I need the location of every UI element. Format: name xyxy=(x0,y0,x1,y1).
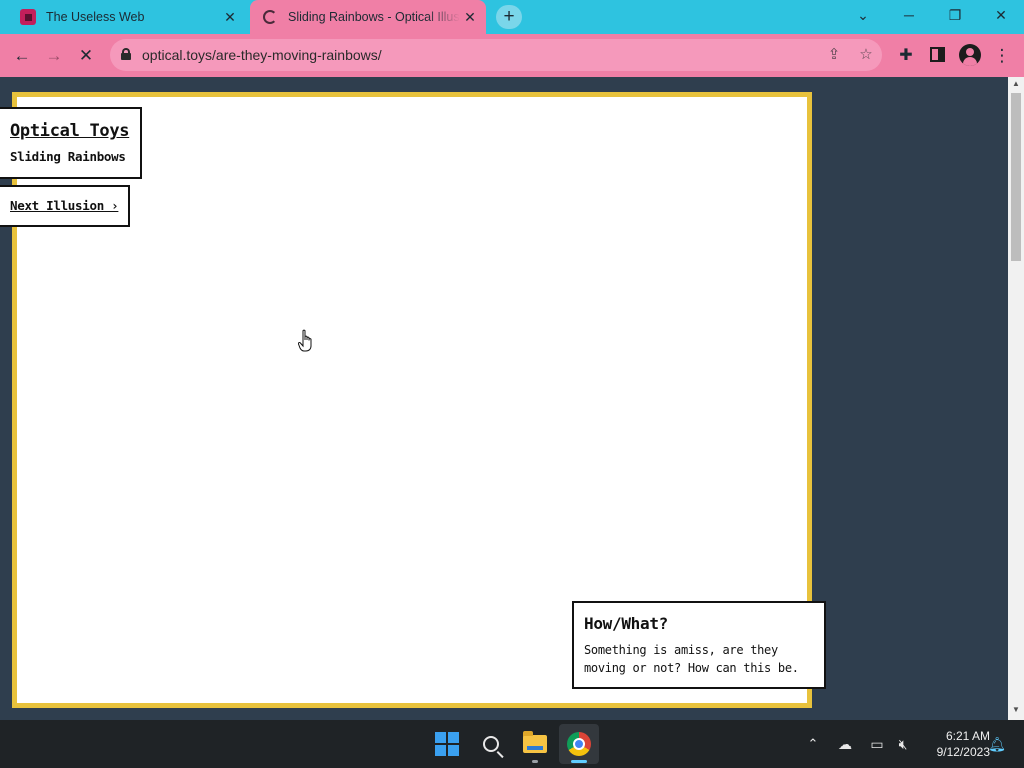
bookmark-star-icon[interactable]: ☆ xyxy=(851,39,881,71)
new-tab-button[interactable]: + xyxy=(496,5,522,29)
scroll-down-arrow-icon[interactable]: ▼ xyxy=(1008,705,1024,714)
useless-web-favicon-icon xyxy=(20,9,36,25)
info-text-line: Something is amiss, are they xyxy=(584,643,778,657)
info-title: How/What? xyxy=(584,614,668,633)
tab-sliding-rainbows[interactable]: Sliding Rainbows - Optical Illusion ✕ xyxy=(250,0,486,34)
address-bar[interactable]: optical.toys/are-they-moving-rainbows/ ⇪… xyxy=(110,39,882,71)
vertical-scrollbar[interactable]: ▲ ▼ xyxy=(1008,77,1024,720)
extensions-puzzle-icon[interactable]: ✚ xyxy=(890,34,922,77)
hand-pointer-cursor-icon xyxy=(298,329,312,352)
profile-icon[interactable] xyxy=(959,44,981,66)
tab-title: Sliding Rainbows - Optical Illusion xyxy=(288,10,460,24)
onedrive-cloud-icon[interactable]: ☁ xyxy=(834,720,856,768)
system-clock[interactable]: 6:21 AM 9/12/2023 xyxy=(918,728,990,760)
file-explorer-icon[interactable] xyxy=(515,724,555,764)
browser-toolbar: ← → ✕ optical.toys/are-they-moving-rainb… xyxy=(0,34,1024,77)
windows-start-icon[interactable] xyxy=(427,724,467,764)
search-icon[interactable] xyxy=(471,724,511,764)
clock-date: 9/12/2023 xyxy=(936,745,990,759)
restore-icon[interactable]: ❐ xyxy=(932,0,978,30)
scroll-up-arrow-icon[interactable]: ▲ xyxy=(1008,79,1024,88)
url-text[interactable]: optical.toys/are-they-moving-rainbows/ xyxy=(142,39,382,71)
minimize-icon[interactable]: ─ xyxy=(886,0,932,30)
notifications-bell-icon[interactable]: 🔔︎ xyxy=(986,720,1008,768)
illusion-name: Sliding Rainbows xyxy=(10,149,126,164)
close-window-icon[interactable]: ✕ xyxy=(978,0,1024,30)
web-page-viewport: Optical Toys Sliding Rainbows Next Illus… xyxy=(0,77,1008,720)
info-text-line: moving or not? How can this be. xyxy=(584,661,799,675)
back-arrow-icon[interactable]: ← xyxy=(6,34,38,77)
network-icon[interactable]: ▭ xyxy=(866,720,888,768)
share-icon[interactable]: ⇪ xyxy=(819,39,849,71)
tab-search-chevron-icon[interactable]: ⌄ xyxy=(840,0,886,30)
forward-arrow-icon[interactable]: → xyxy=(38,34,70,77)
chrome-icon[interactable] xyxy=(559,724,599,764)
tab-strip: The Useless Web ✕ Sliding Rainbows - Opt… xyxy=(0,0,1024,34)
tab-close-icon[interactable]: ✕ xyxy=(220,9,240,26)
site-title-link[interactable]: Optical Toys xyxy=(10,121,140,141)
scrollbar-thumb[interactable] xyxy=(1011,93,1021,261)
menu-kebab-icon[interactable]: ⋮ xyxy=(986,34,1018,77)
site-brand-box: Optical Toys Sliding Rainbows xyxy=(0,107,142,179)
info-description: Something is amiss, are they moving or n… xyxy=(584,641,824,677)
clock-time: 6:21 AM xyxy=(945,729,990,743)
loading-spinner-icon xyxy=(262,9,278,25)
how-what-info-box: How/What? Something is amiss, are they m… xyxy=(572,601,826,689)
tab-title: The Useless Web xyxy=(46,10,145,24)
volume-muted-icon[interactable]: 🔇︎ xyxy=(892,720,914,768)
lock-icon[interactable] xyxy=(121,48,131,60)
next-illusion-link[interactable]: Next Illusion › xyxy=(0,185,130,227)
side-panel-icon[interactable] xyxy=(930,47,945,62)
tab-the-useless-web[interactable]: The Useless Web ✕ xyxy=(8,0,246,34)
windows-taskbar: ⌃ ☁ ▭ 🔇︎ 6:21 AM 9/12/2023 🔔︎ xyxy=(0,720,1024,768)
stop-loading-icon[interactable]: ✕ xyxy=(70,34,102,77)
show-hidden-icons-chevron[interactable]: ⌃ xyxy=(802,720,824,768)
tab-close-icon[interactable]: ✕ xyxy=(460,9,480,26)
